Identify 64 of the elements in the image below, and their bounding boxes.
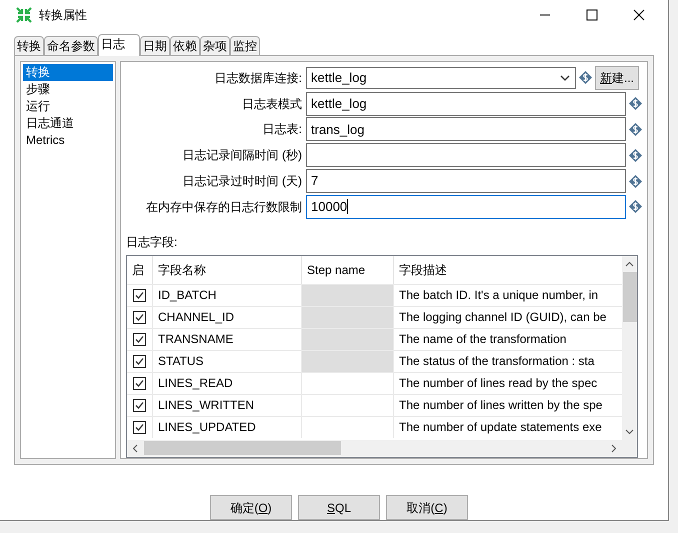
table-cell-text: The batch ID. It's a unique number, in xyxy=(398,287,600,304)
table-cell-text: The number of lines read by the spec xyxy=(398,375,598,392)
variable-icon xyxy=(629,200,642,214)
checkbox[interactable] xyxy=(133,288,146,302)
table-cell-text: The number of lines written by the spe xyxy=(398,397,604,414)
column-header[interactable]: Step name xyxy=(302,256,394,284)
scroll-thumb[interactable] xyxy=(622,272,636,322)
table-cell-text: The name of the transformation xyxy=(398,331,568,348)
chevron-up-icon[interactable] xyxy=(625,260,634,269)
table-cell-text: The status of the transformation : sta xyxy=(398,353,596,370)
table-cell-text: The number of update statements exe xyxy=(398,419,603,436)
field-label: 日志记录过时时间 (天) xyxy=(182,173,303,190)
column-header[interactable]: 字段名称 xyxy=(153,256,302,284)
close-icon[interactable] xyxy=(633,9,645,22)
text-field[interactable] xyxy=(306,143,626,168)
variable-icon xyxy=(629,97,642,110)
tab[interactable]: 依赖 xyxy=(170,36,200,55)
field-label: 日志表: xyxy=(262,121,303,138)
column-header[interactable]: 启 xyxy=(127,256,153,284)
checkbox[interactable] xyxy=(133,376,146,390)
arrows-inward-icon xyxy=(16,7,32,24)
text-cursor xyxy=(347,199,348,214)
column-header[interactable]: 字段描述 xyxy=(394,256,622,284)
chevron-right-icon[interactable] xyxy=(609,444,618,453)
checkbox[interactable] xyxy=(133,310,146,324)
list-item[interactable]: 步骤 xyxy=(23,81,113,98)
dialog-button[interactable]: 取消(C) xyxy=(386,495,468,520)
chevron-left-icon[interactable] xyxy=(131,444,140,453)
table-cell-text: The logging channel ID (GUID), can be xyxy=(398,309,608,326)
tab[interactable]: 日期 xyxy=(140,36,170,55)
variable-icon xyxy=(629,122,642,136)
field-label: 日志记录间隔时间 (秒) xyxy=(182,147,303,164)
dialog-button[interactable]: 确定(O) xyxy=(210,495,292,520)
dialog-button[interactable]: SQL xyxy=(298,495,380,520)
tab[interactable]: 日志 xyxy=(98,34,140,56)
variable-icon xyxy=(579,71,592,84)
chevron-down-icon[interactable] xyxy=(625,426,634,436)
field-label: 在内存中保存的日志行数限制 xyxy=(145,198,303,216)
checkbox[interactable] xyxy=(133,332,146,346)
text-field[interactable]: trans_log xyxy=(306,117,626,142)
list-item[interactable]: 转换 xyxy=(23,64,113,81)
variable-icon xyxy=(629,174,642,188)
tab[interactable]: 杂项 xyxy=(200,36,230,55)
field-label: 日志数据库连接: xyxy=(214,70,303,87)
section-title: 日志字段: xyxy=(126,234,178,251)
tab[interactable]: 命名参数 xyxy=(44,36,98,55)
checkbox[interactable] xyxy=(133,420,146,434)
tab[interactable]: 监控 xyxy=(230,36,260,55)
text-field[interactable]: 10000 xyxy=(306,194,626,219)
field-label: 日志表模式 xyxy=(241,96,303,113)
list-item[interactable]: 日志通道 xyxy=(23,115,113,132)
maximize-icon[interactable] xyxy=(586,9,598,22)
tab[interactable]: 转换 xyxy=(14,36,44,55)
new-button[interactable]: 新建... xyxy=(595,66,640,90)
window-title: 转换属性 xyxy=(39,7,87,24)
checkbox[interactable] xyxy=(133,398,146,412)
text-field[interactable]: 7 xyxy=(306,169,626,194)
list-item[interactable]: 运行 xyxy=(23,98,113,115)
checkbox[interactable] xyxy=(133,354,146,368)
list-item[interactable]: Metrics xyxy=(23,132,113,149)
scroll-thumb[interactable] xyxy=(144,441,341,456)
connection-dropdown[interactable]: kettle_log xyxy=(306,66,576,89)
variable-icon xyxy=(629,148,642,162)
text-field[interactable]: kettle_log xyxy=(306,92,626,116)
